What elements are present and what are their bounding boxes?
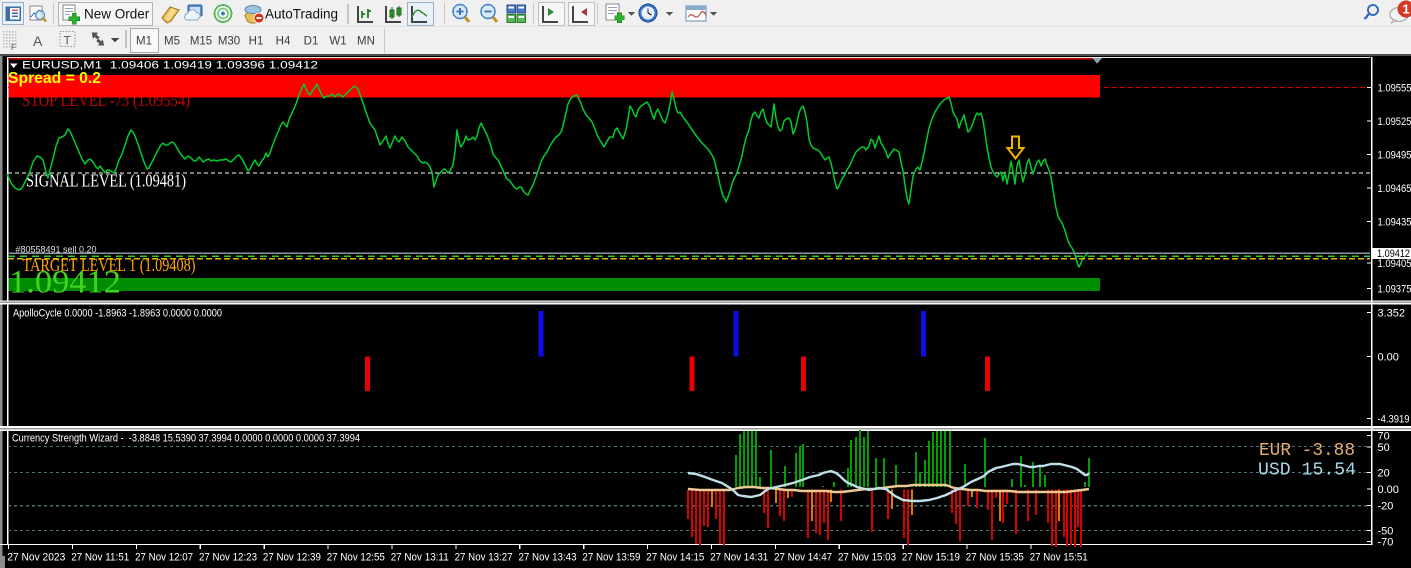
svg-text:27 Nov 12:39: 27 Nov 12:39: [263, 552, 321, 564]
svg-text:27 Nov 15:35: 27 Nov 15:35: [966, 552, 1024, 564]
svg-text:H4: H4: [276, 36, 291, 48]
svg-text:27 Nov 14:31: 27 Nov 14:31: [710, 552, 768, 564]
svg-text:New Order: New Order: [84, 7, 150, 22]
svg-text:27 Nov 13:27: 27 Nov 13:27: [455, 552, 513, 564]
svg-text:27 Nov 15:51: 27 Nov 15:51: [1030, 552, 1088, 564]
svg-text:Currency Strength Wizard - -3: Currency Strength Wizard - -3.8848 15.53…: [12, 433, 360, 445]
svg-text:27 Nov 12:55: 27 Nov 12:55: [327, 552, 385, 564]
svg-text:27 Nov 13:43: 27 Nov 13:43: [519, 552, 577, 564]
svg-text:-70: -70: [1378, 537, 1394, 549]
svg-text:1.09412: 1.09412: [9, 265, 121, 301]
svg-text:20: 20: [1378, 467, 1390, 479]
svg-text:D1: D1: [304, 36, 319, 48]
svg-text:W1: W1: [329, 36, 346, 48]
svg-text:1.09525: 1.09525: [1378, 116, 1411, 128]
svg-text:3.352: 3.352: [1378, 308, 1406, 320]
svg-text:H1: H1: [249, 36, 264, 48]
svg-text:27 Nov 13:59: 27 Nov 13:59: [582, 552, 640, 564]
svg-text:1.09495: 1.09495: [1378, 150, 1411, 162]
svg-text:-4.3919: -4.3919: [1378, 414, 1410, 426]
svg-text:EUR -3.88: EUR -3.88: [1259, 440, 1355, 461]
svg-text:1.09555: 1.09555: [1378, 83, 1411, 95]
svg-text:27 Nov 12:23: 27 Nov 12:23: [199, 552, 257, 564]
svg-text:USD 15.54: USD 15.54: [1258, 459, 1356, 480]
svg-text:T: T: [64, 34, 72, 48]
svg-text:27 Nov 12:07: 27 Nov 12:07: [135, 552, 193, 564]
svg-text:F: F: [11, 43, 16, 52]
svg-text:A: A: [33, 33, 43, 49]
svg-text:1.09465: 1.09465: [1378, 183, 1411, 195]
svg-text:M15: M15: [190, 36, 212, 48]
svg-text:27 Nov 11:51: 27 Nov 11:51: [71, 552, 129, 564]
svg-text:70: 70: [1378, 431, 1390, 443]
svg-text:1.09412: 1.09412: [1377, 248, 1410, 260]
svg-text:1.09375: 1.09375: [1378, 284, 1411, 296]
svg-text:50: 50: [1378, 442, 1390, 454]
svg-text:MN: MN: [357, 36, 375, 48]
svg-text:1.09435: 1.09435: [1378, 217, 1411, 229]
svg-text:27 Nov 2023: 27 Nov 2023: [7, 552, 65, 564]
svg-text:27 Nov 15:19: 27 Nov 15:19: [902, 552, 960, 564]
svg-text:0.00: 0.00: [1378, 352, 1399, 364]
svg-text:1: 1: [1402, 2, 1409, 17]
svg-text:SIGNAL LEVEL (1.09481): SIGNAL LEVEL (1.09481): [26, 171, 186, 191]
svg-text:M30: M30: [218, 36, 240, 48]
svg-text:Spread = 0.2: Spread = 0.2: [8, 70, 101, 87]
svg-text:27 Nov 14:47: 27 Nov 14:47: [774, 552, 832, 564]
svg-text:M5: M5: [164, 36, 180, 48]
svg-text:M1: M1: [136, 36, 152, 48]
svg-text:27 Nov 13:11: 27 Nov 13:11: [391, 552, 449, 564]
svg-text:27 Nov 14:15: 27 Nov 14:15: [646, 552, 704, 564]
svg-text:AutoTrading: AutoTrading: [265, 7, 338, 22]
svg-text:27 Nov 15:03: 27 Nov 15:03: [838, 552, 896, 564]
svg-text:ApolloCycle 0.0000 -1.8963 -1.: ApolloCycle 0.0000 -1.8963 -1.8963 0.000…: [13, 308, 222, 320]
svg-text:0.00: 0.00: [1378, 484, 1399, 496]
svg-text:-20: -20: [1378, 501, 1394, 513]
